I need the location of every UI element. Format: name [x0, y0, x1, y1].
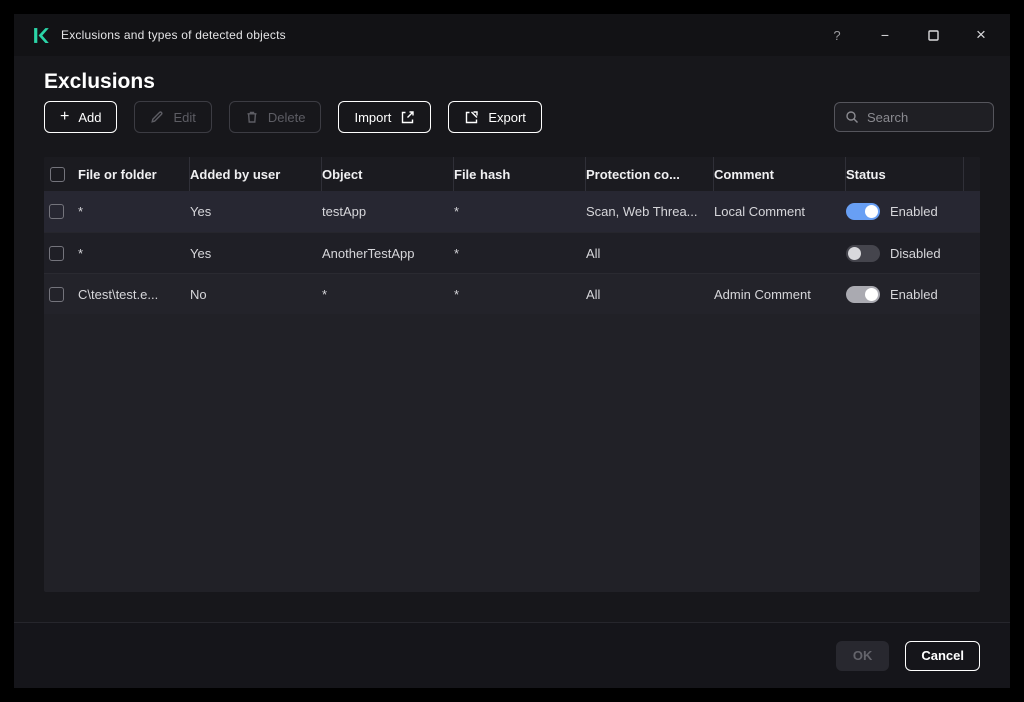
- window-title: Exclusions and types of detected objects: [61, 28, 286, 42]
- search-input[interactable]: [867, 110, 983, 125]
- column-header-file-hash[interactable]: File hash: [453, 157, 586, 191]
- window-controls: ? − ×: [830, 28, 988, 42]
- column-header-comment[interactable]: Comment: [713, 157, 846, 191]
- table-row[interactable]: * Yes AnotherTestApp * All Disabled: [44, 232, 980, 273]
- minimize-icon[interactable]: −: [878, 28, 892, 42]
- footer-bar: OK Cancel: [14, 622, 1010, 688]
- column-header-protection[interactable]: Protection co...: [585, 157, 714, 191]
- search-icon: [845, 110, 859, 124]
- cell-protection: All: [586, 287, 714, 302]
- pencil-icon: [150, 110, 164, 124]
- status-toggle[interactable]: [846, 203, 880, 220]
- toggle-knob: [865, 205, 878, 218]
- cell-comment: Admin Comment: [714, 287, 846, 302]
- cell-added-by-user: Yes: [190, 246, 322, 261]
- column-header-added-by-user[interactable]: Added by user: [189, 157, 322, 191]
- column-header-object[interactable]: Object: [321, 157, 454, 191]
- export-button[interactable]: Export: [448, 101, 542, 133]
- toggle-knob: [865, 288, 878, 301]
- cancel-button[interactable]: Cancel: [905, 641, 980, 671]
- export-icon: [464, 110, 479, 125]
- status-label: Disabled: [890, 246, 941, 261]
- delete-button[interactable]: Delete: [229, 101, 322, 133]
- cell-status: Disabled: [846, 245, 964, 262]
- cell-object: *: [322, 287, 454, 302]
- trash-icon: [245, 110, 259, 124]
- add-button-label: Add: [78, 110, 101, 125]
- import-button-label: Import: [354, 110, 391, 125]
- cell-status: Enabled: [846, 286, 964, 303]
- cell-comment: Local Comment: [714, 204, 846, 219]
- status-toggle[interactable]: [846, 286, 880, 303]
- add-button[interactable]: + Add: [44, 101, 117, 133]
- status-label: Enabled: [890, 287, 938, 302]
- edit-button-label: Edit: [173, 110, 195, 125]
- edit-button[interactable]: Edit: [134, 101, 211, 133]
- export-button-label: Export: [488, 110, 526, 125]
- select-all-cell: [44, 157, 78, 191]
- status-label: Enabled: [890, 204, 938, 219]
- page-title: Exclusions: [44, 70, 155, 94]
- toolbar: + Add Edit Delete Import: [44, 101, 994, 133]
- cell-file-hash: *: [454, 204, 586, 219]
- cell-protection: Scan, Web Threa...: [586, 204, 714, 219]
- cell-status: Enabled: [846, 203, 964, 220]
- cell-file-hash: *: [454, 287, 586, 302]
- cell-added-by-user: No: [190, 287, 322, 302]
- select-all-checkbox[interactable]: [50, 167, 65, 182]
- help-icon[interactable]: ?: [830, 28, 844, 42]
- search-box: [834, 102, 994, 132]
- ok-button[interactable]: OK: [836, 641, 890, 671]
- column-header-filler: [963, 157, 980, 191]
- column-header-file-or-folder[interactable]: File or folder: [78, 157, 190, 191]
- import-button[interactable]: Import: [338, 101, 431, 133]
- row-checkbox[interactable]: [49, 246, 64, 261]
- titlebar: Exclusions and types of detected objects…: [14, 14, 1010, 56]
- status-toggle[interactable]: [846, 245, 880, 262]
- app-window: Exclusions and types of detected objects…: [14, 14, 1010, 688]
- delete-button-label: Delete: [268, 110, 306, 125]
- cell-file-or-folder: C\test\test.e...: [78, 287, 190, 302]
- import-icon: [400, 110, 415, 125]
- row-checkbox[interactable]: [49, 204, 64, 219]
- cell-object: testApp: [322, 204, 454, 219]
- close-icon[interactable]: ×: [974, 28, 988, 42]
- cell-protection: All: [586, 246, 714, 261]
- column-header-status[interactable]: Status: [845, 157, 964, 191]
- maximize-icon[interactable]: [926, 28, 940, 42]
- row-checkbox[interactable]: [49, 287, 64, 302]
- kaspersky-logo-icon: [32, 27, 49, 44]
- exclusions-table: File or folder Added by user Object File…: [44, 157, 980, 592]
- cell-object: AnotherTestApp: [322, 246, 454, 261]
- cell-file-or-folder: *: [78, 204, 190, 219]
- table-row[interactable]: C\test\test.e... No * * All Admin Commen…: [44, 273, 980, 314]
- toggle-knob: [848, 247, 861, 260]
- table-row[interactable]: * Yes testApp * Scan, Web Threa... Local…: [44, 191, 980, 232]
- table-header: File or folder Added by user Object File…: [44, 157, 980, 191]
- cell-file-hash: *: [454, 246, 586, 261]
- cell-file-or-folder: *: [78, 246, 190, 261]
- plus-icon: +: [60, 109, 69, 125]
- cell-added-by-user: Yes: [190, 204, 322, 219]
